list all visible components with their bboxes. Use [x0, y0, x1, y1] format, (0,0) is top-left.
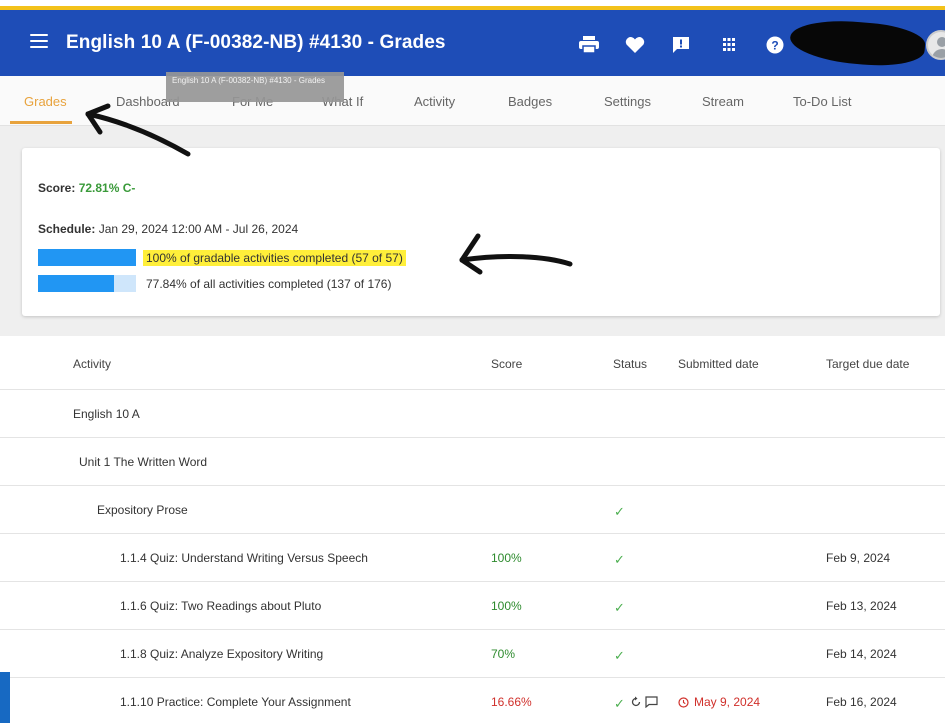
all-progress-bar — [38, 275, 136, 292]
gradable-progress-fill — [38, 249, 136, 266]
activity-name[interactable]: 1.1.4 Quiz: Understand Writing Versus Sp… — [120, 551, 368, 565]
active-tab-indicator — [10, 121, 72, 124]
schedule-line: Schedule: Jan 29, 2024 12:00 AM - Jul 26… — [38, 222, 298, 236]
due-date: Feb 14, 2024 — [826, 647, 897, 661]
title-tooltip: English 10 A (F-00382-NB) #4130 - Grades — [166, 72, 344, 102]
column-header-score[interactable]: Score — [491, 357, 522, 371]
activity-score: 100% — [491, 551, 522, 565]
gradable-progress-bar — [38, 249, 136, 266]
feedback-icon[interactable] — [670, 36, 692, 54]
apps-icon[interactable] — [718, 36, 740, 54]
gradable-progress-label: 100% of gradable activities completed (5… — [143, 250, 406, 266]
table-row[interactable]: 1.1.6 Quiz: Two Readings about Pluto 100… — [0, 582, 945, 630]
submitted-date: May 9, 2024 — [694, 695, 761, 709]
table-row[interactable]: 1.1.4 Quiz: Understand Writing Versus Sp… — [0, 534, 945, 582]
side-panel-edge — [0, 672, 10, 723]
schedule-value: Jan 29, 2024 12:00 AM - Jul 26, 2024 — [98, 222, 299, 236]
check-icon: ✓ — [614, 696, 625, 711]
tab-to-do-list[interactable]: To-Do List — [793, 94, 852, 109]
schedule-label: Schedule: — [38, 222, 96, 236]
score-value: 72.81% C- — [78, 181, 136, 195]
tab-badges[interactable]: Badges — [508, 94, 552, 109]
heart-icon[interactable] — [624, 36, 646, 54]
late-clock-icon — [678, 697, 689, 708]
comment-icon[interactable] — [645, 696, 658, 708]
check-icon: ✓ — [614, 504, 625, 519]
column-header-target-due-date[interactable]: Target due date — [826, 357, 909, 371]
tab-stream[interactable]: Stream — [702, 94, 744, 109]
column-header-status[interactable]: Status — [613, 357, 647, 371]
page-title: English 10 A (F-00382-NB) #4130 - Grades — [66, 32, 446, 53]
due-date: Feb 9, 2024 — [826, 551, 891, 565]
activity-score: 70% — [491, 647, 516, 661]
tab-settings[interactable]: Settings — [604, 94, 651, 109]
score-line: Score: 72.81% C- — [38, 181, 135, 195]
tab-grades[interactable]: Grades — [24, 94, 67, 109]
print-icon[interactable] — [578, 36, 600, 54]
table-header-row: Activity Score Status Submitted date Tar… — [0, 336, 945, 390]
activity-score: 16.66% — [491, 695, 532, 709]
table-row[interactable]: English 10 A — [0, 390, 945, 438]
activity-name[interactable]: 1.1.8 Quiz: Analyze Expository Writing — [120, 647, 323, 661]
tab-activity[interactable]: Activity — [414, 94, 455, 109]
table-row[interactable]: 1.1.10 Practice: Complete Your Assignmen… — [0, 678, 945, 723]
avatar[interactable] — [926, 30, 945, 60]
column-header-submitted-date[interactable]: Submitted date — [678, 357, 759, 371]
all-progress-fill — [38, 275, 115, 292]
app-bar: English 10 A (F-00382-NB) #4130 - Grades… — [0, 10, 945, 76]
activity-name[interactable]: English 10 A — [73, 407, 140, 421]
due-date: Feb 13, 2024 — [826, 599, 897, 613]
activity-name[interactable]: 1.1.6 Quiz: Two Readings about Pluto — [120, 599, 321, 613]
annotation-arrow-grades — [85, 103, 191, 157]
due-date: Feb 16, 2024 — [826, 695, 897, 709]
top-accent-strip — [0, 0, 945, 10]
activity-name[interactable]: Unit 1 The Written Word — [79, 455, 207, 469]
resubmit-icon[interactable] — [630, 696, 642, 708]
score-label: Score: — [38, 181, 76, 195]
svg-text:?: ? — [771, 39, 778, 53]
column-header-activity[interactable]: Activity — [73, 357, 111, 371]
menu-icon[interactable] — [30, 34, 48, 48]
check-icon: ✓ — [614, 552, 625, 567]
annotation-arrow-progress — [459, 233, 573, 275]
redacted-username — [788, 16, 927, 70]
activity-score: 100% — [491, 599, 522, 613]
all-progress-label: 77.84% of all activities completed (137 … — [146, 277, 392, 291]
check-icon: ✓ — [614, 600, 625, 615]
table-row[interactable]: Unit 1 The Written Word — [0, 438, 945, 486]
table-row[interactable]: 1.1.8 Quiz: Analyze Expository Writing 7… — [0, 630, 945, 678]
activity-name[interactable]: Expository Prose — [97, 503, 188, 517]
activity-name[interactable]: 1.1.10 Practice: Complete Your Assignmen… — [120, 695, 351, 709]
table-row[interactable]: Expository Prose ✓ — [0, 486, 945, 534]
gradable-progress-text: 100% of gradable activities completed (5… — [143, 250, 406, 266]
help-icon[interactable]: ? — [764, 36, 786, 54]
check-icon: ✓ — [614, 648, 625, 663]
